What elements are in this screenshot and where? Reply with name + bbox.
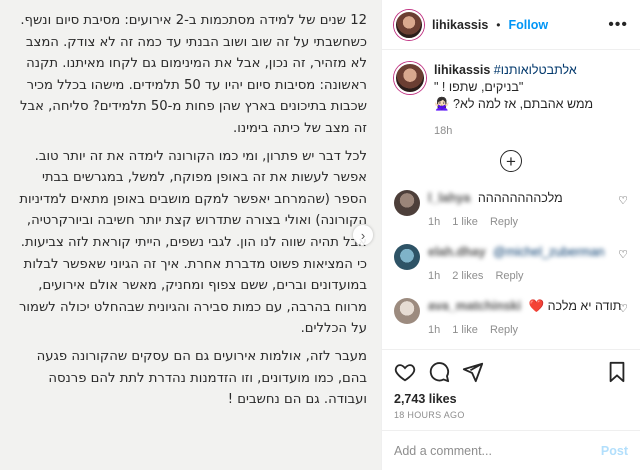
bookmark-icon[interactable] <box>606 361 628 383</box>
reply-button[interactable]: Reply <box>490 214 518 230</box>
post-image-text: 12 שנים של למידה מסתכמות ב-2 אירועים: מס… <box>7 10 367 417</box>
commenter-username[interactable]: l_lahya <box>428 191 470 205</box>
commenter-avatar[interactable] <box>394 190 420 216</box>
comment-likes[interactable]: 2 likes <box>452 268 483 284</box>
comment-mention[interactable]: @michel_zuberman <box>493 245 604 259</box>
commenter-username[interactable]: ava_matchinski <box>428 299 521 313</box>
share-icon[interactable] <box>462 361 484 383</box>
caption-line-3: ממש אהבתם, אז למה לא? 🙅🏻‍♀️ <box>434 97 594 111</box>
author-avatar[interactable] <box>394 9 424 40</box>
comment-item: ava_matchinski תודה יא מלכה ❤️ 1h 1 like… <box>394 298 628 338</box>
comment-time: 1h <box>428 270 441 282</box>
chevron-right-icon: › <box>360 227 366 243</box>
comment-icon[interactable] <box>428 361 450 383</box>
comment-item: l_lahya מלכהההההההה 1h 1 like Reply ♡ <box>394 190 628 230</box>
comment-text: תודה יא מלכה ❤️ <box>528 299 622 313</box>
load-more-comments: + <box>394 150 628 172</box>
likes-count[interactable]: 2,743 likes <box>394 392 628 406</box>
author-username[interactable]: lihikassis <box>432 18 488 32</box>
comments-section[interactable]: lihikassis #אלתבטלואותנו "בניקים, שתפו !… <box>382 50 640 349</box>
caption-time: 18h <box>434 125 453 137</box>
add-comment-bar: Post <box>382 430 640 470</box>
post-paragraph-2: לכל דבר יש פתרון, ומי כמו הקורונה לימדה … <box>18 148 367 337</box>
commenter-username[interactable]: elah.dhay <box>428 245 486 259</box>
action-icons <box>394 358 628 386</box>
post-header: lihikassis • Follow ••• <box>382 0 640 50</box>
comment-time: 1h <box>428 324 441 336</box>
heart-outline-icon[interactable]: ♡ <box>618 302 628 315</box>
follow-button[interactable]: Follow <box>509 18 549 32</box>
post-side-panel: lihikassis • Follow ••• lihikassis #אלתב… <box>382 0 640 470</box>
commenter-avatar[interactable] <box>394 298 420 324</box>
instagram-post-modal: 12 שנים של למידה מסתכמות ב-2 אירועים: מס… <box>0 0 640 470</box>
caption-avatar[interactable] <box>394 62 426 94</box>
plus-circle-icon[interactable]: + <box>500 150 522 172</box>
comment-time: 1h <box>428 216 441 228</box>
comment-text: מלכהההההההה <box>477 191 563 205</box>
post-image: 12 שנים של למידה מסתכמות ב-2 אירועים: מס… <box>0 0 382 470</box>
post-comment-button[interactable]: Post <box>601 444 628 458</box>
more-options-icon[interactable]: ••• <box>608 16 628 34</box>
heart-outline-icon[interactable]: ♡ <box>618 194 628 207</box>
caption-line-2: "בניקים, שתפו ! " <box>434 80 524 94</box>
comment-item: elah.dhay @michel_zuberman 1h 2 likes Re… <box>394 244 628 284</box>
add-comment-input[interactable] <box>394 443 601 458</box>
post-paragraph-1: 12 שנים של למידה מסתכמות ב-2 אירועים: מס… <box>19 13 367 136</box>
header-separator: • <box>496 17 501 32</box>
post-caption: lihikassis #אלתבטלואותנו "בניקים, שתפו !… <box>394 62 628 140</box>
post-actions: 2,743 likes 18 HOURS AGO <box>382 349 640 430</box>
caption-username[interactable]: lihikassis <box>434 63 490 77</box>
comment-likes[interactable]: 1 like <box>452 214 478 230</box>
next-image-button[interactable]: › <box>353 225 373 245</box>
reply-button[interactable]: Reply <box>495 268 523 284</box>
post-paragraph-3: מעבר לזה, אולמות אירועים גם הם עסקים שהק… <box>36 348 367 408</box>
commenter-avatar[interactable] <box>394 244 420 270</box>
comment-likes[interactable]: 1 like <box>452 322 478 338</box>
caption-hashtag[interactable]: #אלתבטלואותנו <box>494 63 577 77</box>
reply-button[interactable]: Reply <box>490 322 518 338</box>
heart-outline-icon[interactable]: ♡ <box>618 248 628 261</box>
heart-icon[interactable] <box>394 361 416 383</box>
post-date: 18 HOURS AGO <box>394 410 465 420</box>
